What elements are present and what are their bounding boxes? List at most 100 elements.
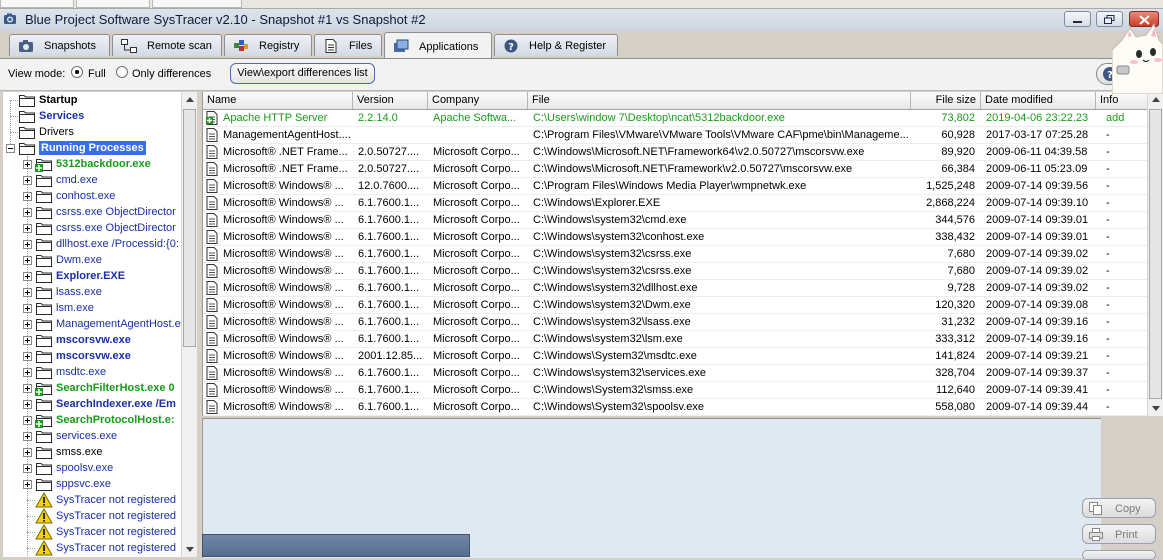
radio-only-differences[interactable] [116, 66, 128, 78]
tree-process-item[interactable]: Explorer.EXE [3, 268, 181, 284]
minimize-button[interactable] [1064, 11, 1091, 27]
tree-process-item[interactable]: cmd.exe [3, 172, 181, 188]
strip-tab[interactable] [76, 0, 150, 8]
scroll-up-icon[interactable] [182, 92, 198, 108]
expand-icon[interactable] [23, 256, 32, 265]
expand-icon[interactable] [23, 464, 32, 473]
table-row[interactable]: Apache HTTP Server 2.2.14.0 Apache Softwa.… [203, 110, 1148, 127]
expand-icon[interactable] [23, 320, 32, 329]
table-row[interactable]: Microsoft® .NET Frame... 2.0.50727.... Mic… [203, 144, 1148, 161]
table-row[interactable]: Microsoft® Windows® ... 6.1.7600.1... Micr… [203, 297, 1148, 314]
strip-tab[interactable] [0, 0, 74, 8]
expand-icon[interactable] [23, 224, 32, 233]
expand-icon[interactable] [23, 352, 32, 361]
tree-process-item[interactable]: msdtc.exe [3, 364, 181, 380]
expand-icon[interactable] [23, 240, 32, 249]
table-row[interactable]: Microsoft® Windows® ... 6.1.7600.1... Micr… [203, 314, 1148, 331]
table-row[interactable]: Microsoft® .NET Frame... 2.0.50727.... Mic… [203, 161, 1148, 178]
tree-process-item[interactable]: dllhost.exe /Processid:{0: [3, 236, 181, 252]
expand-icon[interactable] [23, 480, 32, 489]
scroll-down-icon[interactable] [1148, 400, 1163, 416]
tree-scroll-thumb[interactable] [183, 109, 196, 347]
expand-icon[interactable] [23, 160, 32, 169]
expand-icon[interactable] [23, 336, 32, 345]
tab-applications[interactable]: Applications [384, 32, 492, 58]
table-scroll-thumb[interactable] [1149, 109, 1162, 399]
tree-process-item[interactable]: SysTracer not registered [3, 524, 181, 540]
tree-process-item[interactable]: SysTracer not registered [3, 508, 181, 524]
table-row[interactable]: Microsoft® Windows® ... 6.1.7600.1... Micr… [203, 263, 1148, 280]
tree-scrollbar[interactable] [181, 92, 197, 557]
expand-icon[interactable] [23, 384, 32, 393]
tree-process-item[interactable]: SearchIndexer.exe /Em [3, 396, 181, 412]
table-row[interactable]: Microsoft® Windows® ... 6.1.7600.1... Micr… [203, 212, 1148, 229]
expand-icon[interactable] [23, 288, 32, 297]
tree-process-item[interactable]: services.exe [3, 428, 181, 444]
column-header-version[interactable]: Version [353, 92, 428, 109]
expand-icon[interactable] [23, 432, 32, 441]
table-row[interactable]: Microsoft® Windows® ... 6.1.7600.1... Micr… [203, 365, 1148, 382]
table-row[interactable]: Microsoft® Windows® ... 6.1.7600.1... Micr… [203, 399, 1148, 416]
tree-process-item[interactable]: SearchProtocolHost.e: [3, 412, 181, 428]
table-row[interactable]: Microsoft® Windows® ... 6.1.7600.1... Micr… [203, 331, 1148, 348]
tree-process-item[interactable]: Dwm.exe [3, 252, 181, 268]
expand-icon[interactable] [23, 208, 32, 217]
expand-icon[interactable] [23, 416, 32, 425]
tree-process-item[interactable]: SearchFilterHost.exe 0 [3, 380, 181, 396]
table-row[interactable]: Microsoft® Windows® ... 6.1.7600.1... Micr… [203, 382, 1148, 399]
table-row[interactable]: Microsoft® Windows® ... 12.0.7600.... Micr… [203, 178, 1148, 195]
side-button[interactable] [1082, 550, 1156, 560]
expand-icon[interactable] [23, 368, 32, 377]
expand-icon[interactable] [23, 304, 32, 313]
table-row[interactable]: Microsoft® Windows® ... 6.1.7600.1... Micr… [203, 195, 1148, 212]
tree-process-item[interactable]: 5312backdoor.exe [3, 156, 181, 172]
column-header-file-size[interactable]: File size [911, 92, 981, 109]
tree-category[interactable]: Drivers [3, 124, 181, 140]
tree-category[interactable]: Services [3, 108, 181, 124]
tree-process-item[interactable]: sppsvc.exe [3, 476, 181, 492]
expand-icon[interactable] [23, 272, 32, 281]
table-row[interactable]: Microsoft® Windows® ... 6.1.7600.1... Micr… [203, 246, 1148, 263]
tree-process-item[interactable]: lsass.exe [3, 284, 181, 300]
copy-button[interactable]: Copy [1082, 498, 1156, 518]
table-row[interactable]: Microsoft® Windows® ... 6.1.7600.1... Micr… [203, 229, 1148, 246]
tree-process-item[interactable]: lsm.exe [3, 300, 181, 316]
print-button[interactable]: Print [1082, 524, 1156, 544]
tree-category[interactable]: Startup [3, 92, 181, 108]
process-tree[interactable]: Startup Services Drivers Running Processes 5… [3, 92, 181, 557]
expand-icon[interactable] [23, 400, 32, 409]
expand-icon[interactable] [23, 192, 32, 201]
tree-process-item[interactable]: csrss.exe ObjectDirector [3, 220, 181, 236]
scroll-up-icon[interactable] [1148, 92, 1163, 108]
column-header-company[interactable]: Company [428, 92, 528, 109]
tree-process-item[interactable]: SysTracer not registered [3, 492, 181, 508]
tree-process-item[interactable]: ManagementAgentHost.e [3, 316, 181, 332]
tree-category[interactable]: Running Processes [3, 140, 181, 156]
radio-full[interactable] [71, 66, 83, 78]
view-export-differences-button[interactable]: View\export differences list [230, 63, 375, 84]
tree-process-item[interactable]: mscorsvw.exe [3, 348, 181, 364]
column-header-date-modified[interactable]: Date modified [981, 92, 1096, 109]
expand-icon[interactable] [23, 176, 32, 185]
tree-process-item[interactable]: csrss.exe ObjectDirector [3, 204, 181, 220]
column-header-file[interactable]: File [528, 92, 911, 109]
tab-registry[interactable]: Registry [224, 34, 312, 56]
column-header-info[interactable]: Info [1096, 92, 1148, 109]
table-row[interactable]: Microsoft® Windows® ... 6.1.7600.1... Micr… [203, 280, 1148, 297]
collapse-icon[interactable] [6, 144, 15, 153]
tab-snapshots[interactable]: Snapshots [9, 34, 110, 56]
expand-icon[interactable] [23, 448, 32, 457]
table-row[interactable]: Microsoft® Windows® ... 2001.12.85... Micr… [203, 348, 1148, 365]
tab-help-register[interactable]: ? Help & Register [494, 34, 618, 56]
tree-process-item[interactable]: smss.exe [3, 444, 181, 460]
tab-files[interactable]: Files [314, 34, 382, 56]
tree-process-item[interactable]: conhost.exe [3, 188, 181, 204]
table-row[interactable]: ManagementAgentHost.... C:\Program Files\… [203, 127, 1148, 144]
tab-remote-scan[interactable]: Remote scan [112, 34, 222, 56]
scroll-down-icon[interactable] [182, 541, 198, 557]
strip-tab[interactable] [152, 0, 242, 8]
table-scrollbar[interactable] [1147, 92, 1163, 416]
column-header-name[interactable]: Name [203, 92, 353, 109]
tree-process-item[interactable]: spoolsv.exe [3, 460, 181, 476]
tree-process-item[interactable]: mscorsvw.exe [3, 332, 181, 348]
